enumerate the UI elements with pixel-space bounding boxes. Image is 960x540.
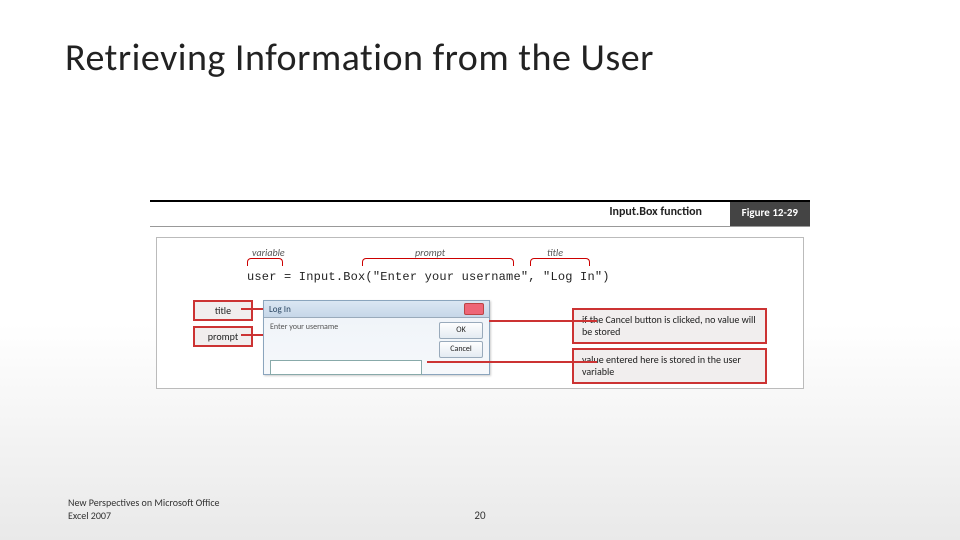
code-line: user = Input.Box("Enter your username", … <box>247 270 610 284</box>
figure-panel: variable prompt title user = Input.Box("… <box>156 237 804 389</box>
footer-line1: New Perspectives on Microsoft Office <box>68 496 220 509</box>
footer-left: New Perspectives on Microsoft Office Exc… <box>68 497 220 522</box>
leader-line <box>489 320 597 322</box>
leader-line <box>427 361 597 363</box>
callout-cancel-note: if the Cancel button is clicked, no valu… <box>572 308 767 344</box>
footer-line2: Excel 2007 <box>68 509 111 522</box>
figure-header: Input.Box function Figure 12-29 <box>150 200 810 227</box>
username-input[interactable] <box>270 360 422 375</box>
callout-value-note: value entered here is stored in the user… <box>572 348 767 384</box>
inputbox-dialog: Log In Enter your username OK Cancel <box>263 300 490 375</box>
brace-icon <box>247 258 283 266</box>
figure: Input.Box function Figure 12-29 variable… <box>150 200 810 389</box>
cancel-button[interactable]: Cancel <box>439 341 483 358</box>
brace-icon <box>362 258 514 266</box>
ok-button[interactable]: OK <box>439 322 483 339</box>
dialog-title-text: Log In <box>269 304 291 315</box>
callout-tag-title: title <box>193 300 253 321</box>
leader-line <box>241 334 263 336</box>
figure-number: Figure 12-29 <box>730 202 810 226</box>
dialog-titlebar: Log In <box>264 301 489 318</box>
close-icon[interactable] <box>464 303 484 315</box>
page-number: 20 <box>474 509 485 522</box>
dialog-body: Enter your username OK Cancel <box>264 318 489 381</box>
figure-caption: Input.Box function <box>609 205 702 219</box>
leader-line <box>241 308 263 310</box>
brace-icon <box>530 258 590 266</box>
slide-title: Retrieving Information from the User <box>65 35 654 81</box>
callout-tag-prompt: prompt <box>193 326 253 347</box>
